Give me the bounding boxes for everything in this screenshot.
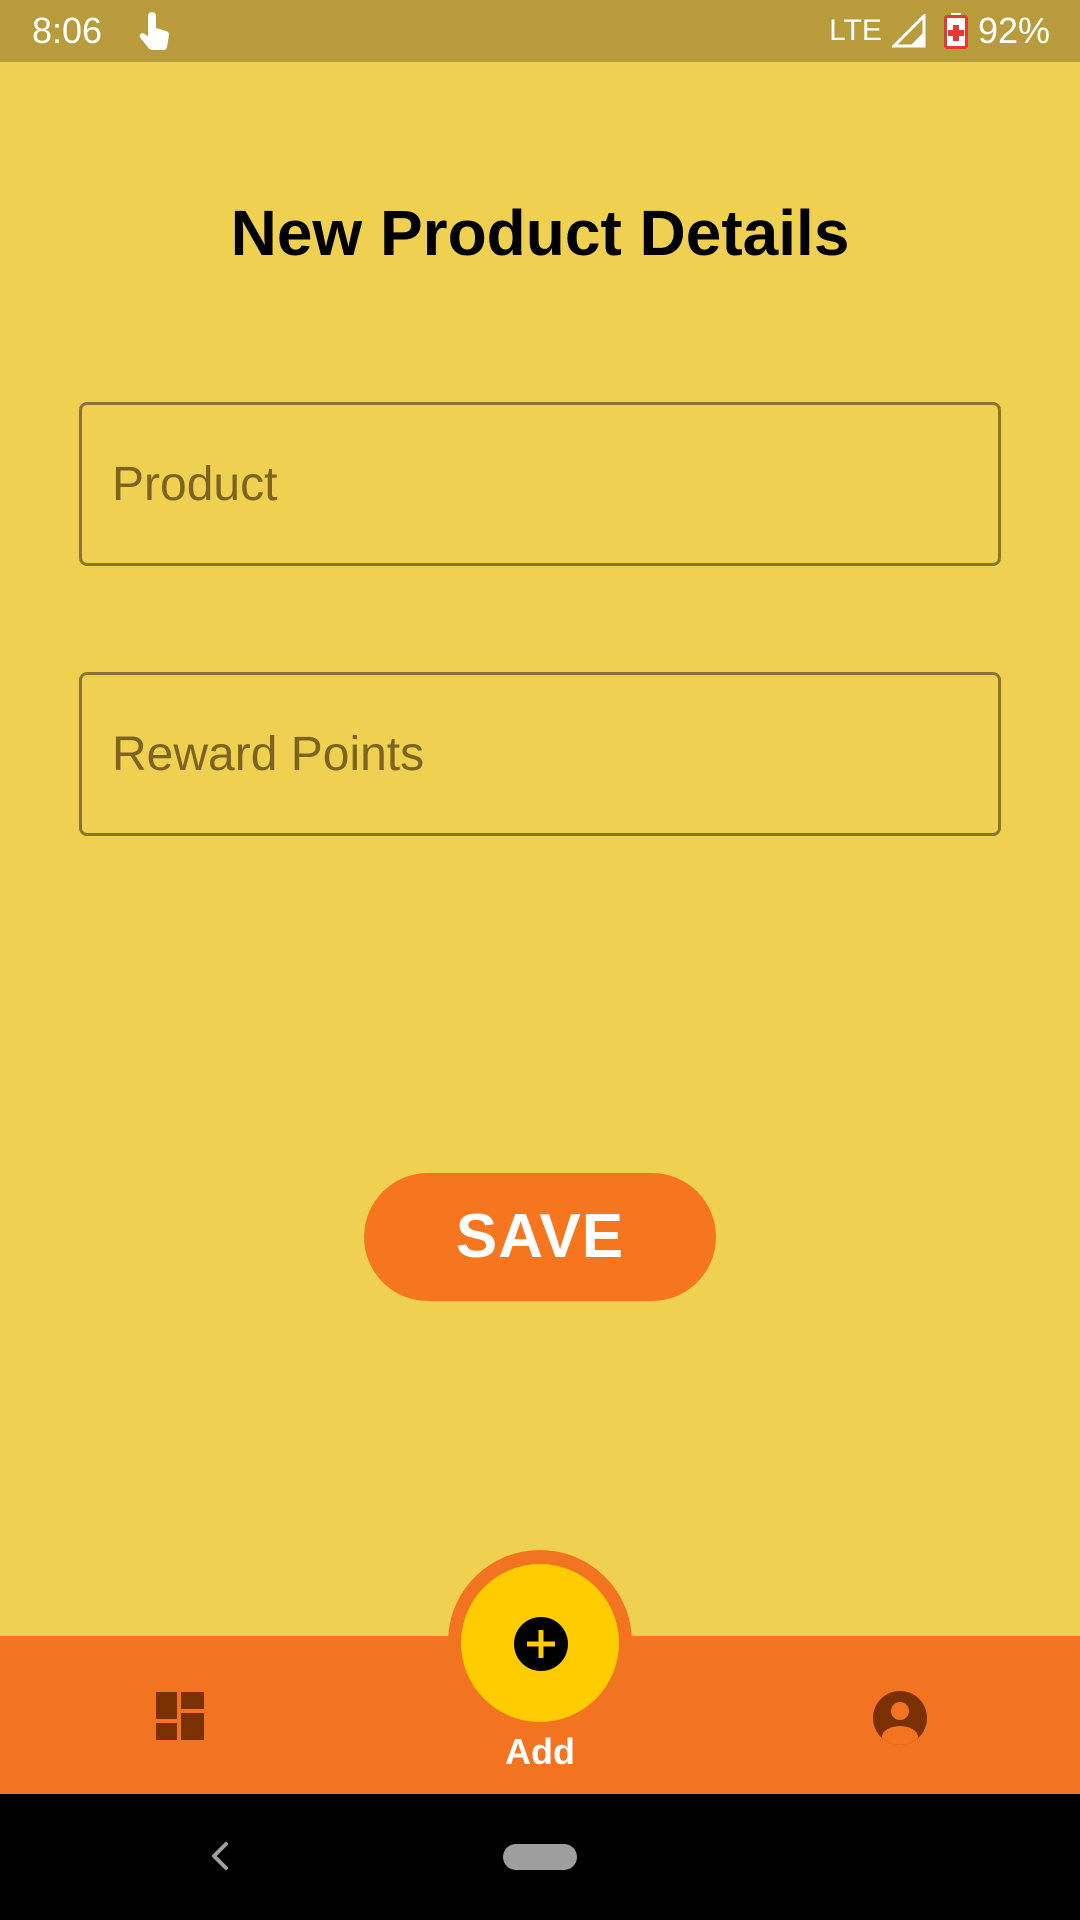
battery-icon [943,13,968,49]
status-bar: 8:06 LTE 92% [0,0,1080,62]
reward-points-input[interactable] [82,675,998,833]
system-nav-bar [0,1794,1080,1920]
product-field[interactable] [79,402,1001,566]
add-label[interactable]: Add [440,1728,640,1776]
page-title: New Product Details [230,197,850,269]
back-icon[interactable] [206,1836,234,1876]
dashboard-icon[interactable] [156,1692,204,1740]
battery-percent: 92% [977,10,1050,51]
add-circle-icon [514,1617,568,1671]
touch-icon [134,12,172,52]
home-pill[interactable] [503,1844,577,1870]
save-button[interactable]: SAVE [364,1173,716,1301]
reward-points-field[interactable] [79,672,1001,836]
signal-icon [890,12,926,48]
profile-icon[interactable] [872,1690,928,1746]
add-button[interactable] [461,1564,619,1722]
network-label: LTE [829,14,882,47]
status-indicators: LTE 92% [829,10,1050,52]
status-time: 8:06 [32,10,103,51]
product-input[interactable] [82,405,998,563]
